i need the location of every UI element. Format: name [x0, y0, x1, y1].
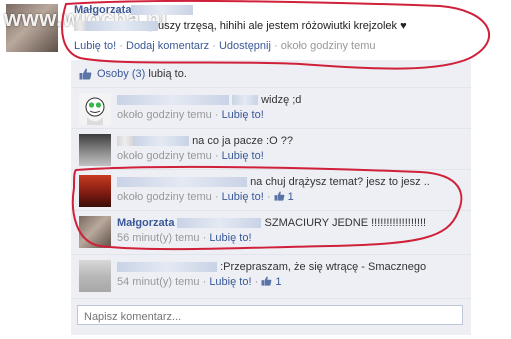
likes-row: Osoby (3) lubią to. — [71, 60, 471, 88]
comment-meta: około godziny temu · Lubię to! · 1 — [117, 191, 294, 203]
thumbs-up-icon — [274, 191, 284, 201]
redacted-tag — [86, 21, 158, 32]
comment-like-link[interactable]: Lubię to! — [209, 232, 251, 244]
comment: Małgorzata SZMACIURY JEDNE !!!!!!!!!!!!!… — [71, 211, 471, 255]
comment-time[interactable]: około godziny temu — [117, 191, 212, 203]
thumbs-up-icon — [79, 68, 92, 80]
redacted-text — [74, 21, 86, 32]
comment-meta: 54 minut(y) temu · Lubię to! · 1 — [117, 276, 282, 288]
comment-input[interactable] — [77, 305, 463, 325]
comments-panel: Osoby (3) lubią to. widzę ;d około godzi… — [71, 60, 471, 335]
comment-avatar[interactable] — [79, 216, 111, 248]
comment-line: na chuj drążysz temat? jesz to jesz .. — [117, 176, 430, 188]
redacted-name — [232, 95, 258, 106]
post-comment-link[interactable]: Dodaj komentarz — [126, 40, 209, 52]
comment-avatar[interactable] — [79, 175, 111, 207]
post-actions: Lubię to! · Dodaj komentarz · Udostępnij… — [74, 40, 376, 52]
thumbs-up-icon — [261, 276, 272, 286]
comment-meta: około godziny temu · Lubię to! — [117, 150, 264, 162]
redacted-name — [117, 177, 247, 188]
comment-meta: około godziny temu · Lubię to! — [117, 109, 264, 121]
comment-text: SZMACIURY JEDNE !!!!!!!!!!!!!!!!!! — [264, 217, 427, 229]
comment-like-link[interactable]: Lubię to! — [209, 276, 251, 288]
comment-time[interactable]: około godziny temu — [117, 109, 212, 121]
likes-summary: Osoby (3) lubią to. — [97, 68, 187, 80]
comment: na co ja pacze :O ?? około godziny temu … — [71, 129, 471, 170]
comment-text: na chuj drążysz temat? jesz to jesz .. — [250, 176, 430, 188]
comment-time[interactable]: 56 minut(y) temu — [117, 232, 200, 244]
redacted-surname — [177, 218, 262, 229]
comment-meta: 56 minut(y) temu · Lubię to! — [117, 232, 252, 244]
comment-author-name[interactable]: Małgorzata — [117, 217, 174, 229]
comment-like-count[interactable]: 1 — [288, 191, 294, 203]
comment-time[interactable]: około godziny temu — [117, 150, 212, 162]
comment-like-link[interactable]: Lubię to! — [222, 150, 264, 162]
comment-avatar[interactable] — [79, 134, 111, 166]
write-comment-area — [71, 299, 471, 335]
likes-people-link[interactable]: Osoby — [97, 68, 129, 80]
comment-text: :Przepraszam, że się wtrącę - Smacznego — [220, 261, 427, 273]
comment-time[interactable]: 54 minut(y) temu — [117, 276, 200, 288]
redacted-name — [117, 136, 133, 147]
likes-suffix: lubią to. — [148, 68, 187, 80]
post-timestamp[interactable]: około godziny temu — [281, 40, 376, 52]
comment-line: widzę ;d — [117, 94, 301, 106]
redacted-name — [117, 95, 229, 106]
post-author-name[interactable]: Małgorzata — [74, 4, 194, 16]
post-author-name-text[interactable]: Małgorzata — [74, 4, 131, 16]
comment-line: Małgorzata SZMACIURY JEDNE !!!!!!!!!!!!!… — [117, 217, 426, 229]
redacted-name — [117, 262, 217, 273]
redacted-name — [133, 136, 189, 147]
post-text-end: uszy trzęsą, hihihi ale jestem różowiutk… — [158, 20, 407, 32]
post-like-link[interactable]: Lubię to! — [74, 40, 116, 52]
comment: widzę ;d około godziny temu · Lubię to! — [71, 88, 471, 129]
comment: na chuj drążysz temat? jesz to jesz .. o… — [71, 170, 471, 211]
post: www.wiocha.pl Małgorzata uszy trzęsą, hi… — [0, 0, 511, 58]
comment-text: widzę ;d — [261, 94, 302, 106]
comment: :Przepraszam, że się wtrącę - Smacznego … — [71, 255, 471, 299]
post-text: uszy trzęsą, hihihi ale jestem różowiutk… — [74, 20, 407, 32]
comment-avatar[interactable] — [79, 260, 111, 292]
redacted-surname — [131, 5, 194, 16]
comment-text: na co ja pacze :O ?? — [192, 135, 293, 147]
comment-avatar[interactable] — [79, 93, 111, 125]
comment-line: :Przepraszam, że się wtrącę - Smacznego — [117, 261, 426, 273]
comment-line: na co ja pacze :O ?? — [117, 135, 293, 147]
comment-like-link[interactable]: Lubię to! — [222, 109, 264, 121]
post-share-link[interactable]: Udostępnij — [219, 40, 271, 52]
likes-count-link[interactable]: (3) — [132, 68, 145, 80]
comment-like-count[interactable]: 1 — [275, 276, 281, 288]
comment-like-link[interactable]: Lubię to! — [222, 191, 264, 203]
